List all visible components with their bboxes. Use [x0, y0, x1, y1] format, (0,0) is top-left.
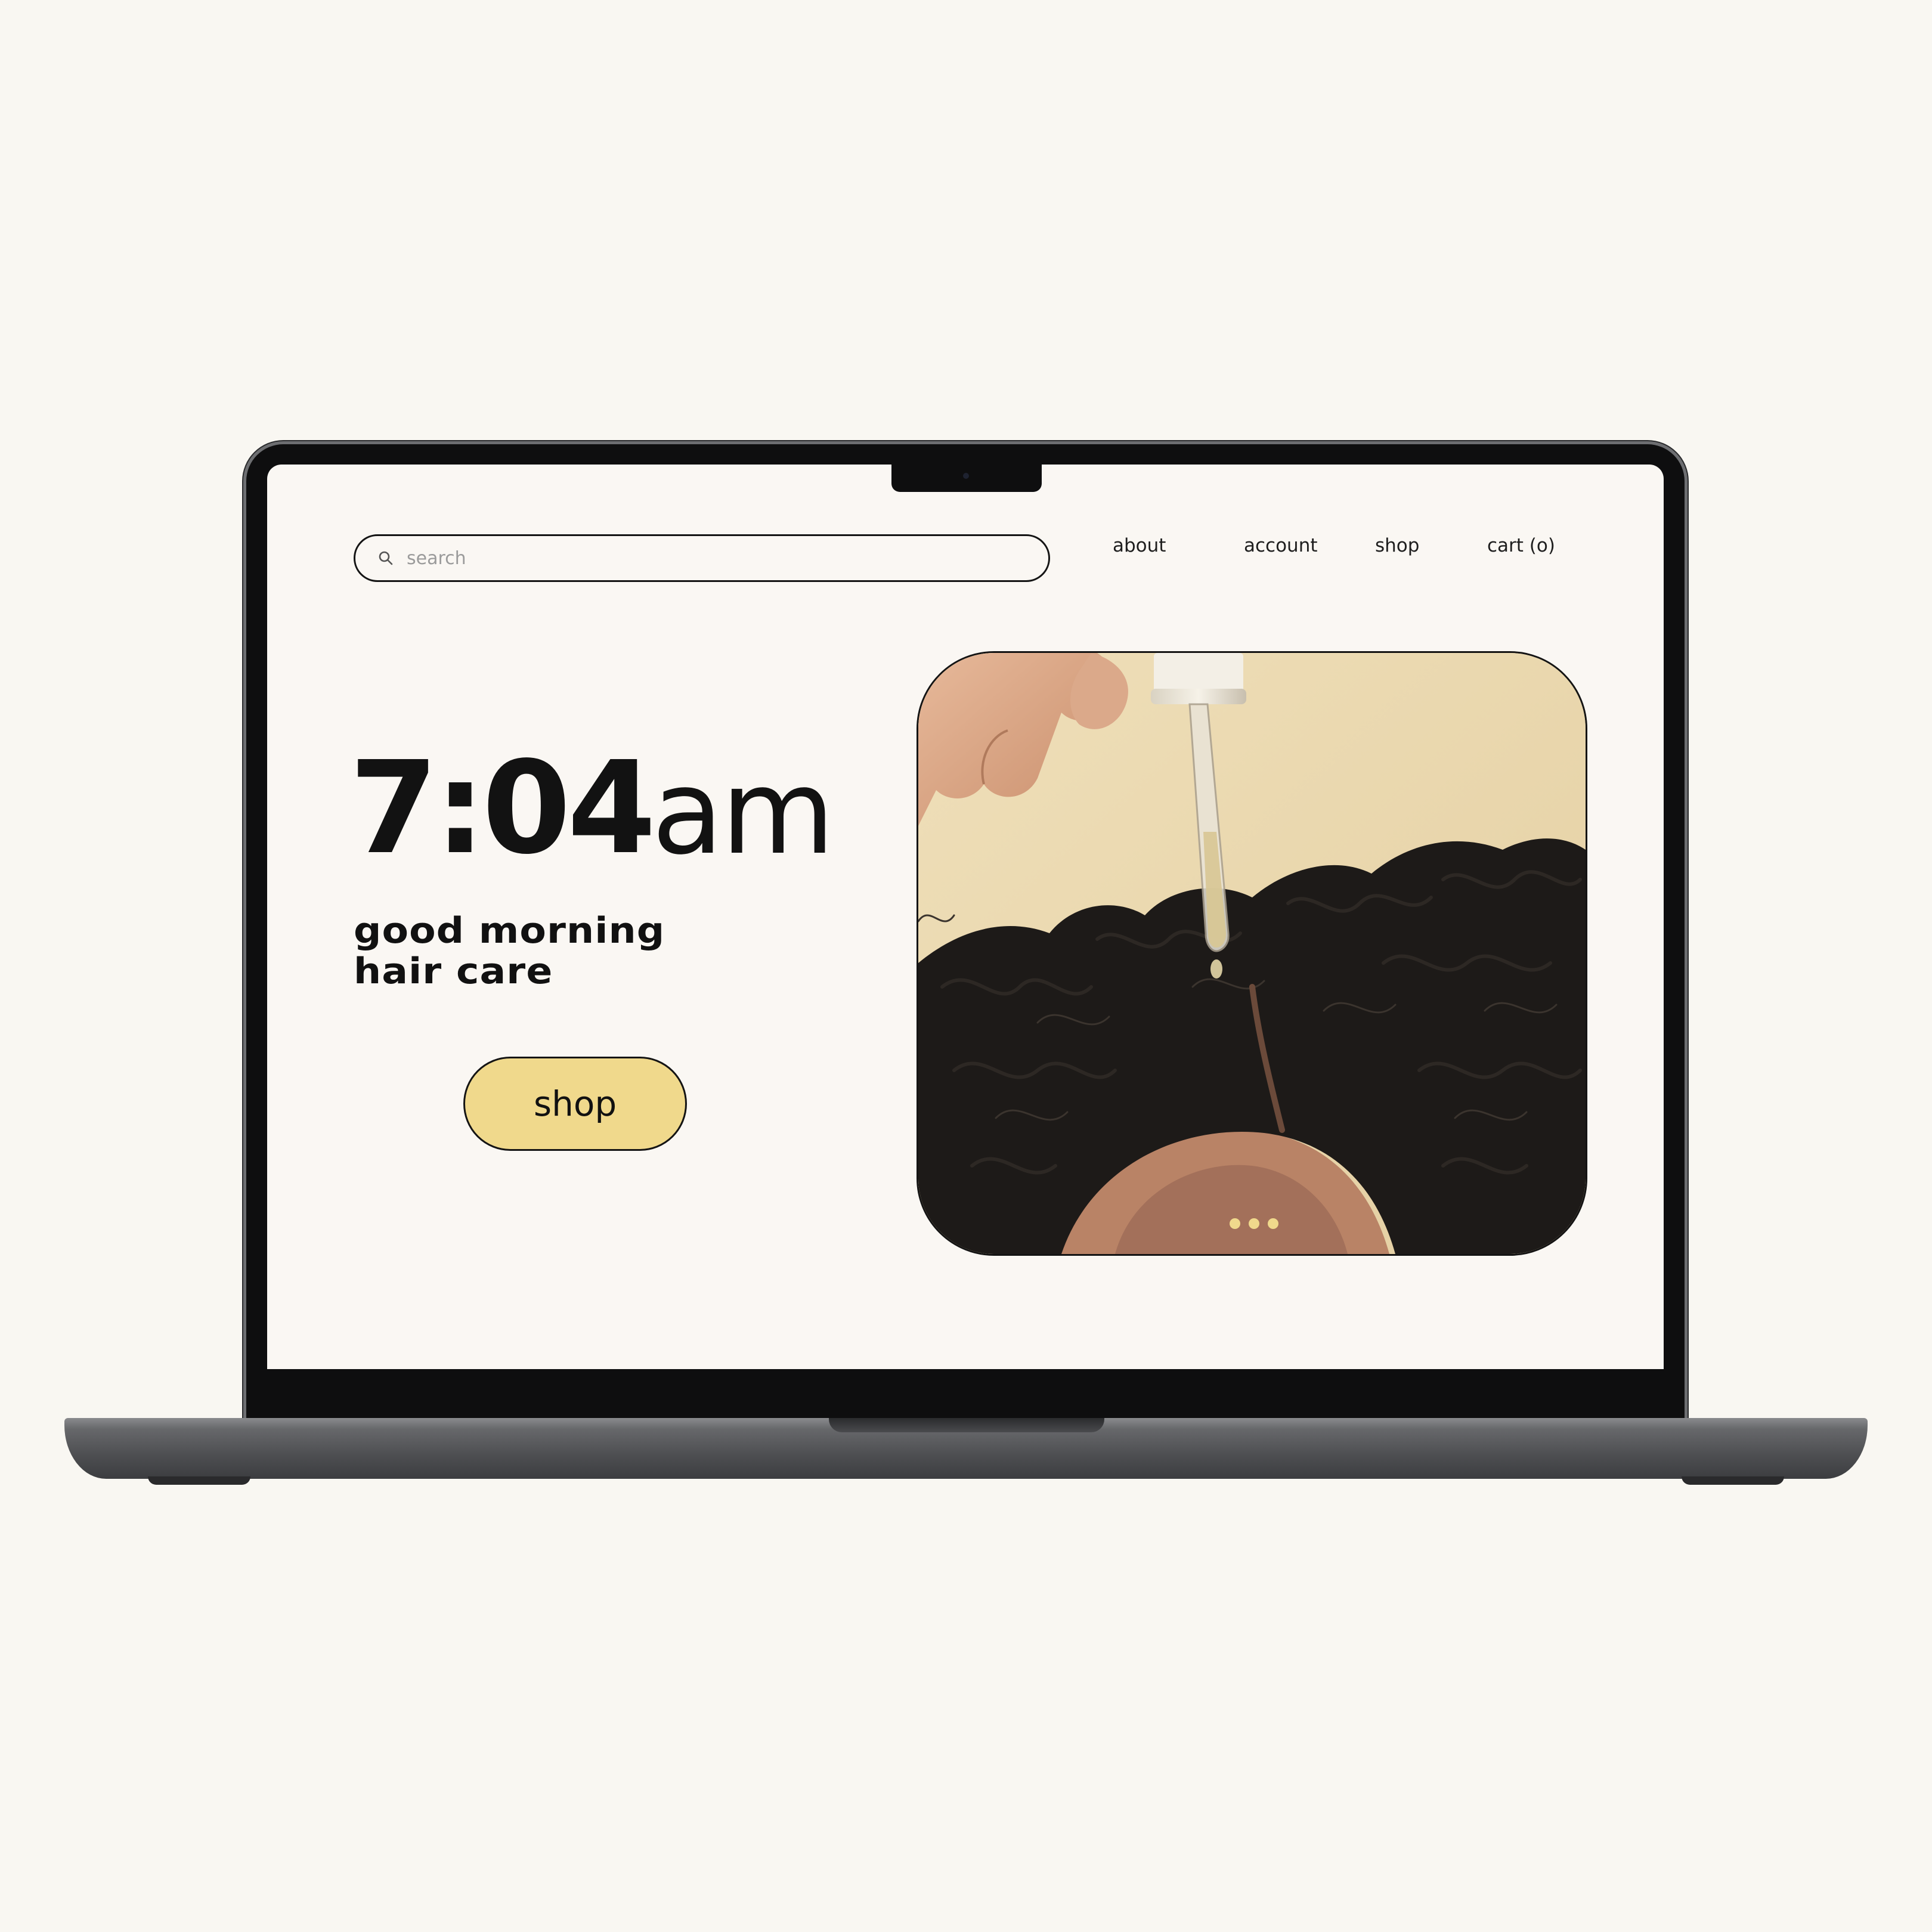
nav-link-about[interactable]: about	[1113, 535, 1166, 556]
search-bar[interactable]	[354, 534, 1050, 582]
nav-link-account[interactable]: account	[1244, 535, 1318, 556]
carousel-dot-1[interactable]	[1230, 1218, 1240, 1229]
search-input[interactable]	[407, 547, 943, 569]
laptop-opening-notch	[829, 1418, 1104, 1432]
carousel-dot-2[interactable]	[1249, 1218, 1259, 1229]
laptop-base	[64, 1418, 1868, 1479]
laptop-foot-left	[148, 1476, 250, 1485]
clock-time: 7:04	[349, 734, 656, 883]
camera-notch	[891, 465, 1042, 492]
carousel-dots	[1230, 1218, 1278, 1229]
tagline-line-2: hair care	[354, 950, 553, 992]
hero-tagline: good morning hair care	[354, 911, 664, 992]
top-nav: about account shop cart (o)	[1102, 535, 1615, 571]
laptop-foot-right	[1682, 1476, 1784, 1485]
clock-am-pm: am	[652, 745, 835, 881]
hero-image	[917, 651, 1587, 1256]
hair-serum-illustration	[918, 653, 1586, 1254]
search-icon	[378, 550, 394, 566]
camera-icon	[963, 473, 969, 479]
shop-button[interactable]: shop	[463, 1057, 687, 1151]
website-screen: about account shop cart (o) 7:04 am good…	[267, 465, 1664, 1369]
carousel-dot-3[interactable]	[1268, 1218, 1278, 1229]
nav-link-shop[interactable]: shop	[1375, 535, 1419, 556]
nav-link-cart[interactable]: cart (o)	[1487, 535, 1555, 556]
tagline-line-1: good morning	[354, 910, 665, 952]
